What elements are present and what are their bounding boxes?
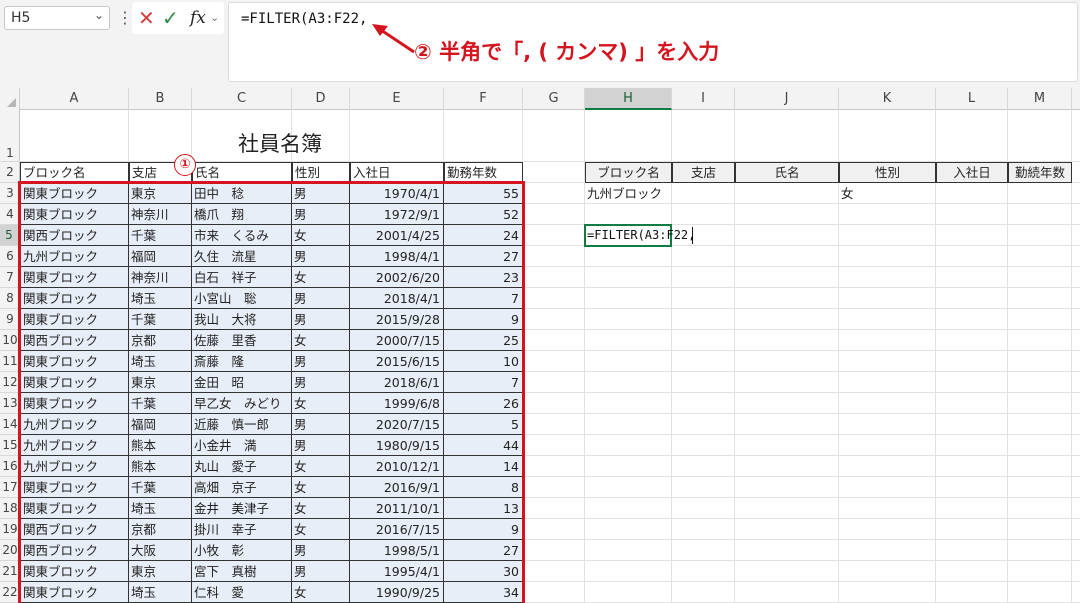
row-header-10[interactable]: 10	[0, 330, 20, 351]
data-range-highlight	[18, 181, 525, 603]
row-header-7[interactable]: 7	[0, 267, 20, 288]
row-header-5[interactable]: 5	[0, 225, 20, 246]
sheet-title: 社員名簿	[238, 132, 322, 156]
row-header-19[interactable]: 19	[0, 519, 20, 540]
row-header-21[interactable]: 21	[0, 561, 20, 582]
enter-icon[interactable]: ✓	[162, 4, 179, 32]
insert-function-icon[interactable]: fx	[190, 4, 206, 32]
grid-line	[1007, 110, 1008, 603]
row-header-15[interactable]: 15	[0, 435, 20, 456]
row-header-13[interactable]: 13	[0, 393, 20, 414]
criteria-header-cell[interactable]: 勤続年数	[1008, 162, 1072, 183]
column-header-h[interactable]: H	[585, 88, 672, 110]
formula-buttons: ✕ ✓ fx ⌄	[132, 2, 224, 34]
formula-text: =FILTER(A3:F22,	[241, 11, 368, 27]
formula-bar: H5 ⌄ ⋮ ✕ ✓ fx ⌄ =FILTER(A3:F22, ② 半角で「, …	[0, 0, 1080, 88]
grid-line	[734, 110, 735, 603]
table-header-cell[interactable]: 入社日	[350, 162, 444, 183]
annotation-step2: ② 半角で「, ( カンマ) 」を入力	[414, 40, 720, 64]
criteria-gender[interactable]: 女	[839, 183, 936, 204]
select-all-corner[interactable]	[0, 88, 20, 110]
row-header-14[interactable]: 14	[0, 414, 20, 435]
criteria-header-cell[interactable]: ブロック名	[585, 162, 672, 183]
table-header-cell[interactable]: 氏名	[192, 162, 292, 183]
column-header-e[interactable]: E	[350, 88, 444, 110]
row-header-12[interactable]: 12	[0, 372, 20, 393]
criteria-header-cell[interactable]: 入社日	[936, 162, 1008, 183]
row-header-18[interactable]: 18	[0, 498, 20, 519]
column-header-l[interactable]: L	[936, 88, 1008, 110]
cancel-icon[interactable]: ✕	[138, 4, 155, 32]
column-header-i[interactable]: I	[672, 88, 735, 110]
column-header-b[interactable]: B	[129, 88, 192, 110]
column-header-a[interactable]: A	[20, 88, 129, 110]
grid-line	[1071, 110, 1072, 603]
column-header-k[interactable]: K	[839, 88, 936, 110]
annotation-arrow-icon	[372, 24, 415, 54]
row-header-6[interactable]: 6	[0, 246, 20, 267]
row-header-2[interactable]: 2	[0, 162, 20, 183]
name-box[interactable]: H5 ⌄	[4, 6, 110, 30]
row-header-11[interactable]: 11	[0, 351, 20, 372]
row-header-8[interactable]: 8	[0, 288, 20, 309]
text-cursor	[692, 227, 693, 244]
criteria-header-cell[interactable]: 支店	[672, 162, 735, 183]
spreadsheet-grid[interactable]: ABCDEFGHIJKLM 1 2 3 4 5 6 7 8 9 10 11 12 13 14 15 16 17 1…	[0, 88, 1080, 603]
name-box-value: H5	[11, 10, 31, 26]
row-header-9[interactable]: 9	[0, 309, 20, 330]
annotation-step1: ①	[174, 154, 196, 176]
row-header-22[interactable]: 22	[0, 582, 20, 603]
row-header-16[interactable]: 16	[0, 456, 20, 477]
column-header-d[interactable]: D	[292, 88, 350, 110]
column-header-f[interactable]: F	[444, 88, 523, 110]
column-header-g[interactable]: G	[523, 88, 585, 110]
row-header-17[interactable]: 17	[0, 477, 20, 498]
table-header-cell[interactable]: ブロック名	[20, 162, 129, 183]
row-header-4[interactable]: 4	[0, 204, 20, 225]
column-header-m[interactable]: M	[1008, 88, 1072, 110]
row-header-20[interactable]: 20	[0, 540, 20, 561]
row-headers: 1 2 3 4 5 6 7 8 9 10 11 12 13 14 15 16 17 18 19 20 21 22	[0, 110, 20, 603]
more-options-icon[interactable]: ⋮	[117, 6, 133, 30]
criteria-block[interactable]: 九州ブロック	[585, 183, 672, 204]
row-header-1[interactable]: 1	[0, 110, 20, 162]
cells-area[interactable]: 社員名簿 ブロック名 支店 氏名 性別 入社日 勤務年数 関東ブロック 東京 田中 稔男 1970/…	[18, 110, 1080, 603]
column-header-c[interactable]: C	[192, 88, 292, 110]
column-header-j[interactable]: J	[735, 88, 839, 110]
chevron-down-icon[interactable]: ⌄	[94, 8, 104, 22]
criteria-header-cell[interactable]: 性別	[839, 162, 936, 183]
row-header-3[interactable]: 3	[0, 183, 20, 204]
column-headers: ABCDEFGHIJKLM	[0, 88, 1080, 110]
criteria-header-cell[interactable]: 氏名	[735, 162, 839, 183]
table-header-cell[interactable]: 性別	[292, 162, 350, 183]
fx-chevron-icon[interactable]: ⌄	[210, 4, 219, 32]
active-cell-text: =FILTER(A3:F22,	[587, 228, 696, 242]
table-header-cell[interactable]: 勤務年数	[444, 162, 523, 183]
